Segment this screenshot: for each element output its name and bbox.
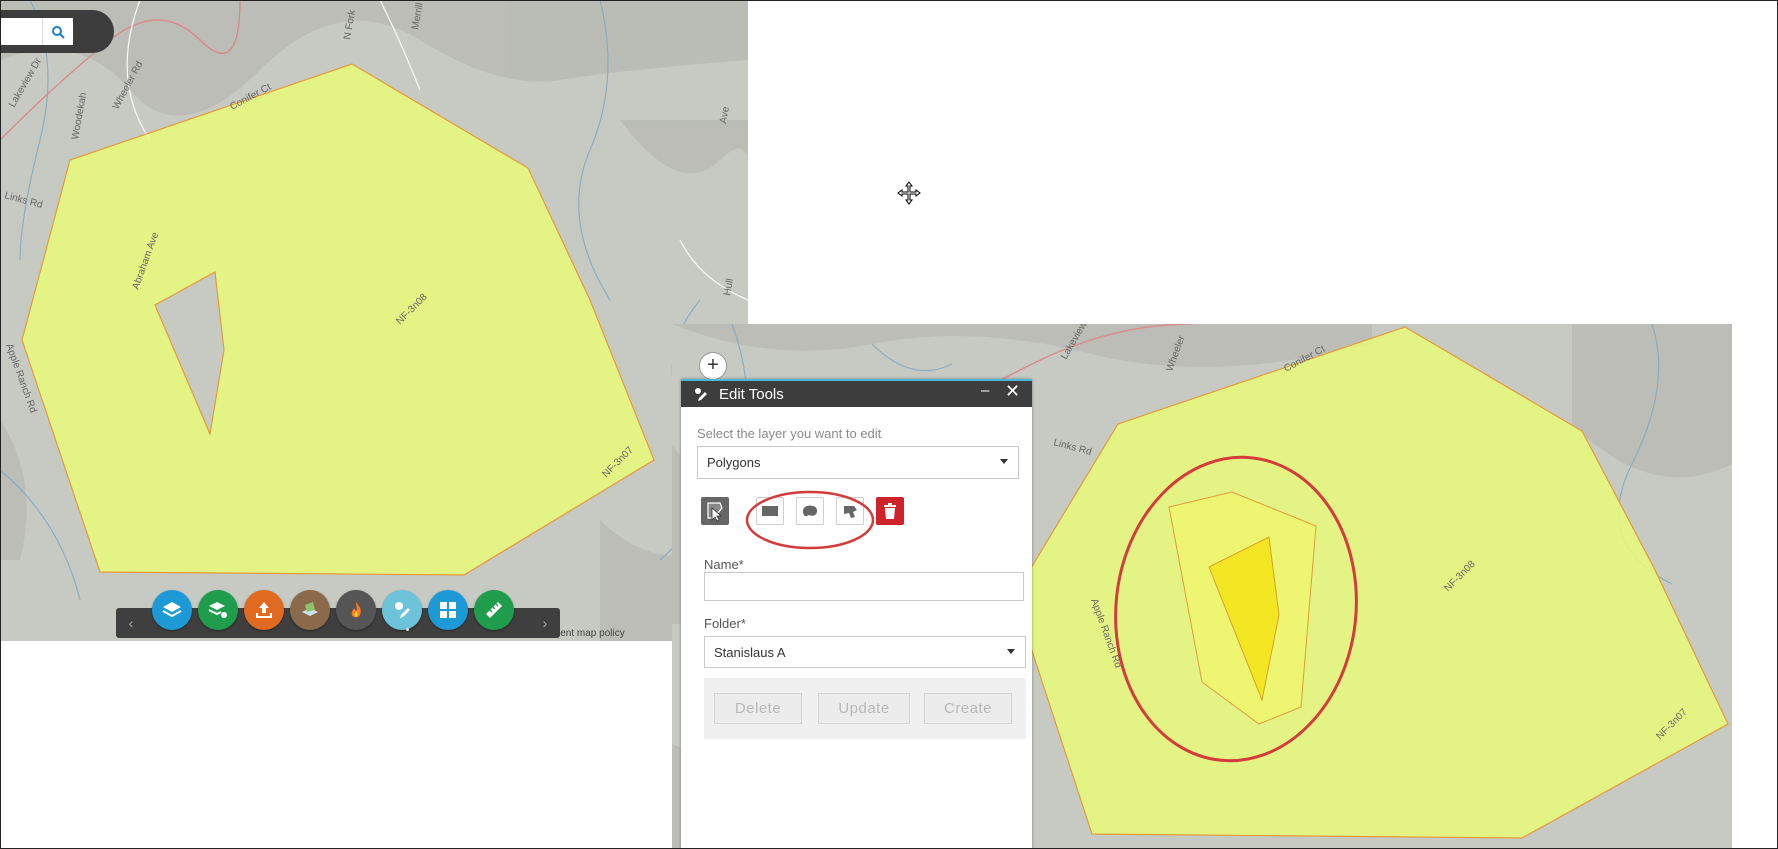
layers-button[interactable] [152,590,192,630]
basemap-icon [302,602,318,616]
map-left-canvas: Lakeview Dr Wheeler Rd Conifer Ct Links … [0,0,748,641]
layers-icon [162,602,182,618]
minimize-button[interactable]: – [981,382,989,399]
search-icon [52,25,65,39]
action-button-row: Delete Update Create [704,678,1026,739]
close-button[interactable]: ✕ [1005,381,1020,402]
panel-header: Edit Tools – ✕ [681,379,1032,407]
folder-select[interactable]: Stanislaus A [704,636,1026,668]
annotation-circle-tools [745,490,875,550]
toolbar-page-indicator [406,628,409,631]
select-features-button[interactable] [701,497,729,525]
name-label: Name* [704,557,744,572]
grid-icon [440,602,456,618]
upload-icon [256,602,272,618]
delete-feature-button[interactable] [876,497,904,525]
update-button[interactable]: Update [818,693,910,724]
add-layer-button[interactable] [198,590,238,630]
fire-button[interactable] [336,590,376,630]
name-input[interactable] [704,572,1024,601]
layer-select-value: Polygons [707,455,761,470]
select-features-icon [707,502,723,522]
edit-button[interactable] [382,590,422,630]
map-left[interactable]: Lakeview Dr Wheeler Rd Conifer Ct Links … [0,0,748,641]
zoom-in-button[interactable]: + [699,352,727,380]
apps-button[interactable] [428,590,468,630]
folder-label: Folder* [704,616,746,631]
trash-icon [884,503,896,519]
layer-select[interactable]: Polygons [697,446,1019,479]
edit-pen-icon [695,388,707,401]
widget-toolbar: ‹ › [116,590,560,638]
panel-title: Edit Tools [719,386,784,403]
layer-select-label: Select the layer you want to edit [697,426,882,441]
edit-pen-icon [395,602,410,618]
search-button[interactable] [42,18,73,45]
ruler-icon [486,602,502,618]
search-widget [0,10,114,53]
chevron-down-icon [1000,459,1008,464]
chevron-down-icon [1007,649,1015,654]
toolbar-next-button[interactable]: › [532,608,558,638]
move-cursor-icon [897,181,921,205]
create-button[interactable]: Create [924,693,1012,724]
delete-button[interactable]: Delete [714,693,802,724]
basemap-button[interactable] [290,590,330,630]
toolbar-prev-button[interactable]: ‹ [118,608,144,638]
fire-icon [351,602,361,618]
measure-button[interactable] [474,590,514,630]
layers-add-icon [208,602,227,618]
folder-select-value: Stanislaus A [714,645,786,660]
upload-button[interactable] [244,590,284,630]
